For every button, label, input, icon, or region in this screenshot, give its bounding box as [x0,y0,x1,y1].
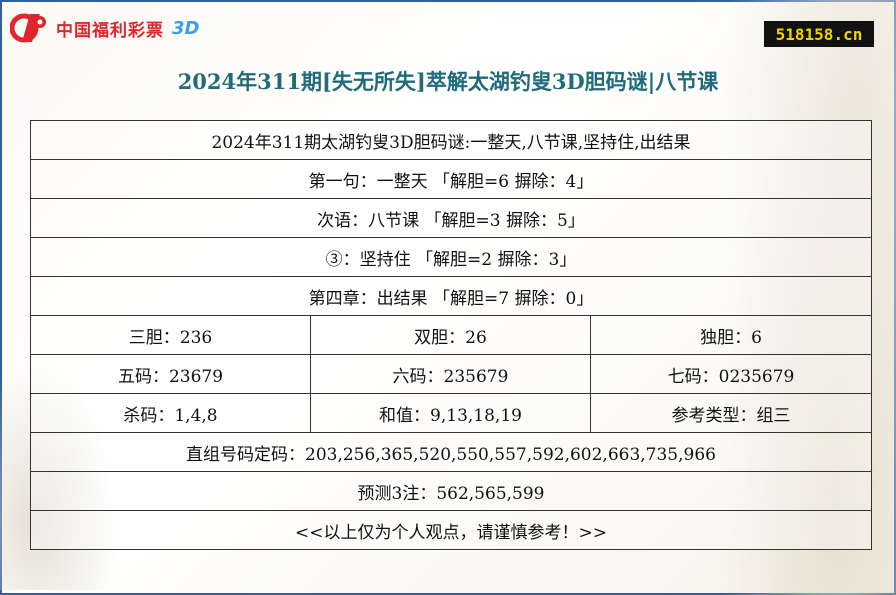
prediction-table: 2024年311期太湖钓叟3D胆码谜:一整天,八节课,坚持住,出结果 第一句：一… [29,120,873,550]
table-row: <<以上仅为个人观点，请谨慎参考！>> [29,510,873,550]
page-title: 2024年311期[失无所失]萃解太湖钓叟3D胆码谜|八节课 [177,69,719,94]
brand-suffix: 3D [172,17,200,39]
clue-line-1: 第一句：一整天 「解胆=6 摒除：4」 [29,159,873,199]
brand-logo: 中国福利彩票 3D [9,10,200,46]
hezhi-cell: 和值：9,13,18,19 [310,393,591,433]
table-row: 2024年311期太湖钓叟3D胆码谜:一整天,八节课,坚持住,出结果 [29,120,873,160]
shuangdan-cell: 双胆：26 [310,315,591,355]
table-row: 五码：23679 六码：235679 七码：0235679 [30,354,873,394]
site-badge[interactable]: 518158.cn [764,21,874,47]
table-row: ③：坚持住 「解胆=2 摒除：3」 [29,237,873,277]
clue-line-3: ③：坚持住 「解胆=2 摒除：3」 [29,237,873,277]
heading-cell: 2024年311期太湖钓叟3D胆码谜:一整天,八节课,坚持住,出结果 [29,120,873,160]
liuma-cell: 六码：235679 [310,354,591,394]
shama-cell: 杀码：1,4,8 [30,393,311,433]
clue-line-2: 次语：八节课 「解胆=3 摒除：5」 [29,198,873,238]
dudan-cell: 独胆：6 [589,315,873,355]
table-row: 第一句：一整天 「解胆=6 摒除：4」 [29,159,873,199]
wuma-cell: 五码：23679 [30,354,311,394]
table-row: 三胆：236 双胆：26 独胆：6 [30,315,873,355]
sandan-cell: 三胆：236 [30,315,311,355]
brand-name: 中国福利彩票 [56,20,164,41]
table-row: 直组号码定码：203,256,365,520,550,557,592,602,6… [29,432,873,472]
table-row: 预测3注：562,565,599 [29,471,873,511]
leixing-cell: 参考类型：组三 [589,393,873,433]
zhizu-cell: 直组号码定码：203,256,365,520,550,557,592,602,6… [29,432,873,472]
yuce-cell: 预测3注：562,565,599 [29,471,873,511]
table-row: 杀码：1,4,8 和值：9,13,18,19 参考类型：组三 [30,393,873,433]
clue-line-4: 第四章：出结果 「解胆=7 摒除：0」 [29,276,873,316]
disclaimer-cell: <<以上仅为个人观点，请谨慎参考！>> [29,510,873,550]
lottery-logo-icon [9,10,50,46]
table-row: 次语：八节课 「解胆=3 摒除：5」 [29,198,873,238]
table-row: 第四章：出结果 「解胆=7 摒除：0」 [29,276,873,316]
qima-cell: 七码：0235679 [589,354,873,394]
